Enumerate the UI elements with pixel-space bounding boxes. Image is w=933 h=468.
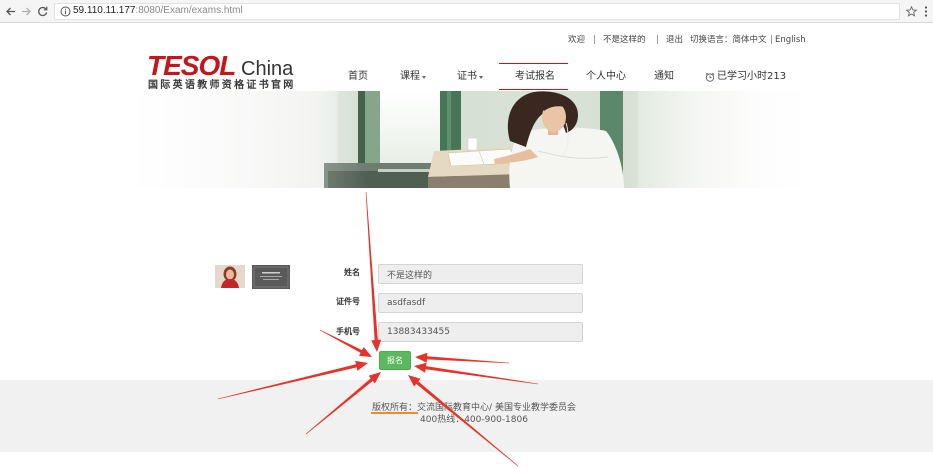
annotation-arrow bbox=[415, 352, 509, 364]
logo-region: China bbox=[241, 58, 294, 80]
back-arrow-icon[interactable] bbox=[5, 6, 16, 17]
profile-photo-thumbnail bbox=[215, 265, 245, 288]
certificate-thumbnail bbox=[252, 265, 290, 289]
language-switch-chinese[interactable]: 切换语言：简体中文 bbox=[690, 35, 767, 46]
clock-icon bbox=[705, 72, 715, 82]
chevron-down-icon[interactable] bbox=[422, 76, 426, 79]
url-path: :8080/Exam/exams.html bbox=[135, 5, 243, 16]
nav-item-personal-center[interactable]: 个人中心 bbox=[586, 71, 626, 83]
reload-icon[interactable] bbox=[37, 6, 48, 17]
separator: | bbox=[770, 35, 773, 45]
welcome-text: 欢迎 bbox=[568, 35, 586, 45]
url-host: 59.110.11.177 bbox=[73, 5, 136, 16]
nav-item-courses[interactable]: 课程 bbox=[400, 71, 420, 83]
nav-item-certificates[interactable]: 证书 bbox=[457, 71, 477, 83]
nav-item-notifications[interactable]: 通知 bbox=[654, 71, 674, 83]
id-number-label: 证件号 bbox=[336, 297, 360, 306]
id-number-field[interactable] bbox=[378, 293, 583, 313]
footer-hotline: 400热线：400-900-1806 bbox=[420, 415, 528, 425]
phone-field[interactable] bbox=[378, 322, 583, 342]
footer-copyright: 版权所有：交流国际教育中心/ 美国专业教学委员会 bbox=[372, 403, 576, 413]
language-switch-english[interactable]: English bbox=[775, 35, 806, 46]
nav-item-home[interactable]: 首页 bbox=[348, 71, 368, 83]
logo-brand: TESOL bbox=[147, 50, 236, 81]
phone-label: 手机号 bbox=[336, 327, 360, 336]
logout-link[interactable]: 退出 bbox=[666, 35, 683, 46]
name-field[interactable] bbox=[378, 264, 583, 284]
username-link[interactable]: 不是这样的 bbox=[603, 35, 646, 46]
name-label: 姓名 bbox=[344, 268, 360, 277]
chevron-down-icon[interactable] bbox=[479, 76, 483, 79]
separator: | bbox=[656, 35, 659, 45]
nav-item-exam-registration[interactable]: 考试报名 bbox=[515, 71, 555, 83]
forward-arrow-icon[interactable] bbox=[21, 6, 32, 17]
footer: 版权所有：交流国际教育中心/ 美国专业教学委员会 400热线：400-900-1… bbox=[0, 380, 933, 452]
address-url[interactable]: 59.110.11.177:8080/Exam/exams.html bbox=[73, 5, 243, 17]
site-logo[interactable]: TESOL China 国际英语教师资格证书官网 bbox=[145, 48, 297, 94]
register-button[interactable]: 报名 bbox=[379, 351, 411, 370]
nav-item-study-hours[interactable]: 已学习小时213 bbox=[717, 71, 786, 83]
star-icon[interactable] bbox=[906, 6, 917, 17]
page: 59.110.11.177:8080/Exam/exams.html 欢迎 | … bbox=[0, 0, 933, 468]
browser-toolbar: 59.110.11.177:8080/Exam/exams.html bbox=[0, 0, 933, 23]
info-icon[interactable] bbox=[60, 6, 71, 17]
separator: | bbox=[593, 35, 596, 45]
menu-icon[interactable] bbox=[923, 6, 929, 17]
hero-banner bbox=[138, 91, 808, 188]
